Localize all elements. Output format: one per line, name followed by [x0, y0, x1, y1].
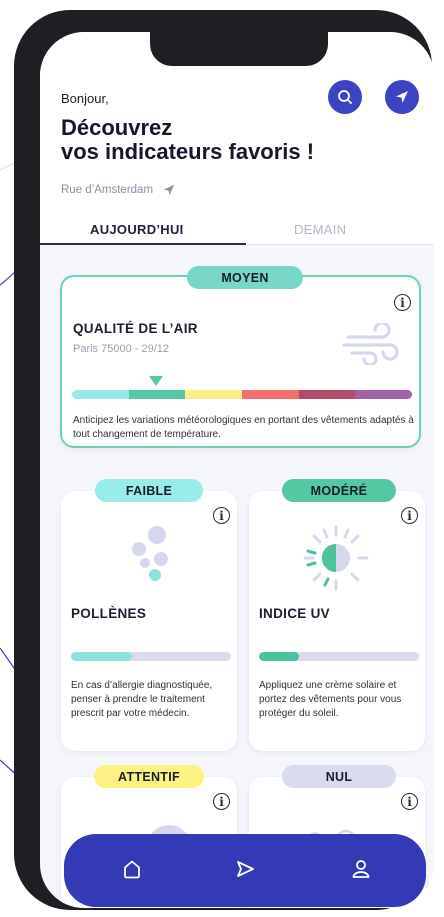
- uv-badge: MODÉRÉ: [282, 479, 396, 502]
- page-title-line2: vos indicateurs favoris !: [61, 139, 315, 164]
- wind-icon: [342, 323, 399, 365]
- page-title: Découvrez vos indicateurs favoris !: [61, 116, 401, 164]
- pollens-advice: En cas d’allergie diagnostiquée, penser …: [71, 680, 213, 719]
- info-icon[interactable]: i: [401, 793, 418, 810]
- page-title-line1: Découvrez: [61, 115, 173, 140]
- pollens-level-fill: [71, 652, 132, 661]
- info-icon[interactable]: i: [213, 507, 230, 524]
- uv-level-bar: [259, 652, 419, 661]
- active-tab-indicator: [40, 243, 246, 245]
- nav-profile-button[interactable]: [348, 856, 374, 882]
- address-label: Rue d’Amsterdam: [61, 184, 154, 196]
- tab-today[interactable]: AUJOURD’HUI: [90, 222, 184, 237]
- nav-send-button[interactable]: [232, 856, 258, 882]
- uv-level-fill: [259, 652, 299, 661]
- level-marker: [149, 376, 163, 386]
- app-screen: Bonjour, Découvrez vos indicateurs favor…: [40, 32, 434, 908]
- sun-icon: [303, 525, 369, 591]
- address-row[interactable]: Rue d’Amsterdam: [61, 183, 176, 197]
- scale-segment-4: [242, 390, 299, 399]
- scale-segment-5: [298, 390, 356, 399]
- send-icon: [237, 861, 254, 877]
- location-arrow-icon: [163, 184, 175, 196]
- air-quality-subtitle: Paris 75000 - 29/12: [73, 343, 170, 355]
- air-quality-title: QUALITÉ DE L’AIR: [73, 321, 198, 336]
- nul-badge: NUL: [282, 765, 396, 788]
- pollens-title: POLLÈNES: [71, 606, 147, 621]
- user-icon: [352, 860, 370, 878]
- nav-home-button[interactable]: [119, 856, 145, 882]
- pollens-level-bar: [71, 652, 231, 661]
- location-arrow-icon: [396, 91, 408, 103]
- scale-segment-6: [355, 390, 412, 399]
- uv-title: INDICE UV: [259, 606, 330, 621]
- attentif-badge: ATTENTIF: [94, 765, 204, 788]
- info-icon[interactable]: i: [394, 294, 411, 311]
- uv-advice: Appliquez une crème solaire et portez de…: [259, 680, 402, 719]
- tab-divider: [246, 244, 434, 245]
- scale-segment-1: [72, 390, 129, 399]
- info-icon[interactable]: i: [401, 507, 418, 524]
- pollens-card[interactable]: FAIBLE i POLLÈNES En cas d’allergie diag…: [61, 479, 237, 751]
- phone-frame: Bonjour, Découvrez vos indicateurs favor…: [14, 10, 434, 910]
- search-button[interactable]: [328, 80, 362, 114]
- pollen-icon: [132, 526, 168, 581]
- tab-tomorrow[interactable]: DEMAIN: [294, 222, 346, 237]
- search-icon: [338, 90, 352, 104]
- locate-button[interactable]: [385, 80, 419, 114]
- phone-notch: [150, 32, 328, 66]
- home-icon: [124, 860, 140, 879]
- air-quality-advice: Anticipez les variations météorologiques…: [73, 415, 414, 440]
- greeting: Bonjour,: [61, 91, 109, 106]
- air-quality-scale: [72, 390, 412, 399]
- scale-segment-2: [128, 390, 186, 399]
- pollens-badge: FAIBLE: [95, 479, 203, 502]
- info-icon[interactable]: i: [213, 793, 230, 810]
- air-quality-card[interactable]: MOYEN i QUALITÉ DE L’AIR Paris 75000 - 2…: [60, 266, 421, 448]
- air-quality-badge: MOYEN: [187, 266, 303, 289]
- bottom-nav: [64, 834, 426, 907]
- scale-segment-3: [185, 390, 243, 399]
- uv-card[interactable]: MODÉRÉ i INDICE UV Appliquez une crème s…: [249, 479, 425, 751]
